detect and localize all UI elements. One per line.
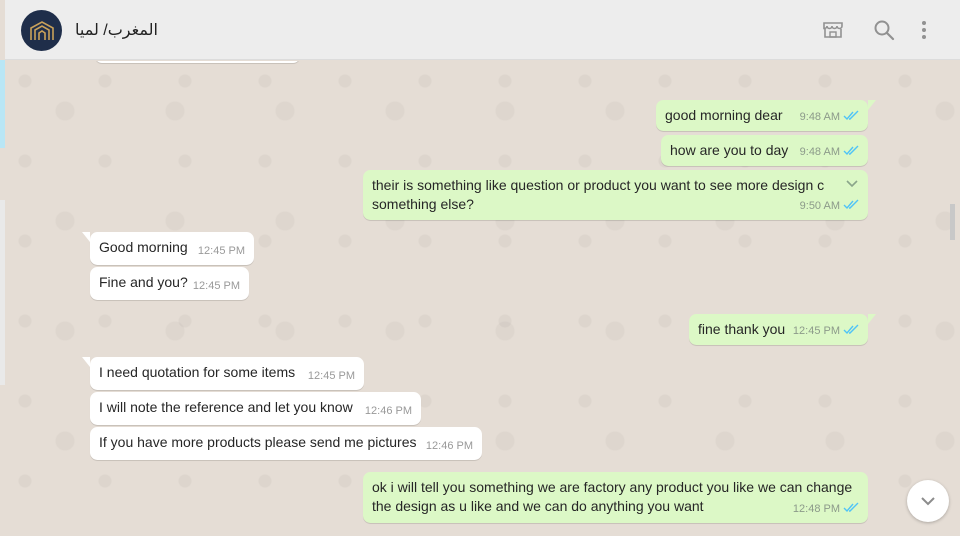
message-bubble-outgoing[interactable]: fine thank you 12:45 PM (689, 314, 876, 345)
bubble-tail (868, 314, 876, 324)
message-meta: 12:48 PM (793, 500, 859, 519)
chevron-down-icon[interactable] (844, 176, 860, 192)
scrollbar-thumb[interactable] (950, 204, 955, 240)
search-icon[interactable] (872, 18, 896, 42)
message-text-line2: something else? (372, 196, 474, 212)
message-text: I will note the reference and let you kn… (99, 399, 353, 415)
message-text: ok i will tell you something we are fact… (372, 479, 853, 495)
chat-panel[interactable]: good morning dear 9:48 AM how are you to… (5, 61, 955, 536)
message-text: I need quotation for some items (99, 364, 296, 380)
message-text: Good morning (99, 239, 188, 255)
read-receipt-icon (843, 145, 859, 156)
message-time: 12:45 PM (197, 245, 245, 257)
read-receipt-icon (843, 199, 859, 210)
message-meta: 12:45 PM (793, 322, 859, 341)
read-receipt-icon (843, 110, 859, 121)
scroll-to-bottom-button[interactable] (907, 480, 949, 522)
message-bubble-incoming[interactable]: Good morning 12:45 PM (82, 232, 254, 265)
message-time: 12:46 PM (425, 440, 473, 452)
message-bubble-outgoing[interactable]: ok i will tell you something we are fact… (363, 472, 868, 523)
message-bubble-incoming[interactable]: If you have more products please send me… (90, 427, 482, 460)
bubble-tail (868, 100, 876, 110)
bubble-tail (82, 232, 90, 242)
message-time: 9:48 AM (799, 146, 840, 158)
message-bubble-outgoing[interactable]: how are you to day 9:48 AM (661, 135, 868, 166)
message-text: their is something like question or prod… (372, 177, 825, 193)
message-text: how are you to day (670, 142, 789, 158)
read-receipt-icon (843, 324, 859, 335)
message-meta: 9:48 AM (800, 143, 859, 162)
contact-name[interactable]: المغرب/ لميا (75, 20, 158, 40)
message-meta: 9:48 AM (800, 108, 859, 127)
message-bubble-outgoing[interactable]: good morning dear 9:48 AM (656, 100, 876, 131)
message-bubble-outgoing[interactable]: their is something like question or prod… (363, 170, 868, 220)
message-time: 12:45 PM (792, 325, 840, 337)
message-time: 12:46 PM (364, 405, 412, 417)
message-time: 9:50 AM (799, 200, 840, 212)
message-bubble-incoming[interactable]: I will note the reference and let you kn… (90, 392, 421, 425)
message-text: good morning dear (665, 107, 783, 123)
message-text: If you have more products please send me… (99, 434, 417, 450)
message-meta: 9:50 AM (800, 197, 859, 216)
message-time: 12:45 PM (192, 280, 240, 292)
message-text: fine thank you (698, 321, 786, 337)
chat-header: المغرب/ لميا (5, 0, 960, 60)
message-bubble-incoming[interactable]: Fine and you? 12:45 PM (90, 267, 249, 300)
message-text: Fine and you? (99, 274, 188, 290)
message-time: 9:48 AM (799, 111, 840, 123)
read-receipt-icon (843, 502, 859, 513)
message-bubble-incoming[interactable]: I need quotation for some items 12:45 PM (82, 357, 364, 390)
menu-icon[interactable] (912, 18, 936, 42)
store-icon[interactable] (821, 18, 845, 42)
bubble-tail (82, 357, 90, 367)
message-time: 12:45 PM (307, 370, 355, 382)
logo-icon (29, 20, 54, 40)
message-text-line2: the design as u like and we can do anyth… (372, 498, 704, 514)
partial-message-bubble (95, 61, 300, 63)
avatar[interactable] (21, 10, 62, 51)
chevron-down-icon (921, 497, 935, 506)
message-time: 12:48 PM (792, 503, 840, 515)
